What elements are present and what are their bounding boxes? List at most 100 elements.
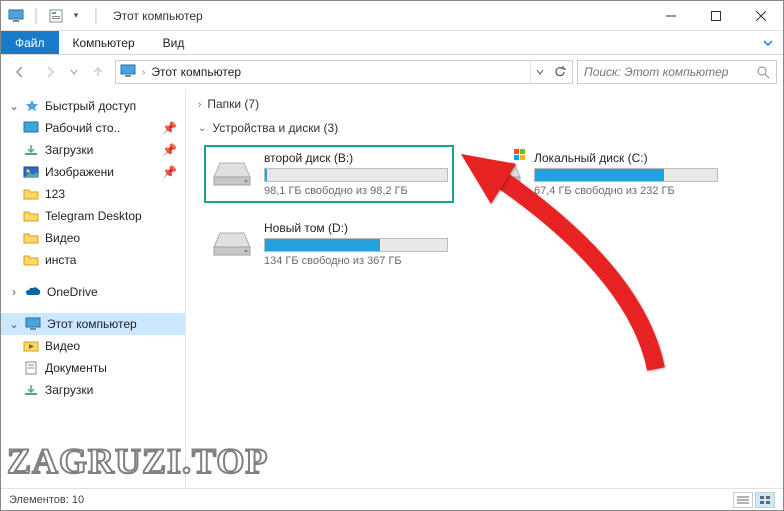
navigation-bar: › Этот компьютер [1, 55, 783, 89]
sidebar-pc-downloads[interactable]: Загрузки [1, 379, 185, 401]
titlebar: | ▾ | Этот компьютер [1, 1, 783, 31]
sidebar-item-pictures[interactable]: Изображени 📌 [1, 161, 185, 183]
details-view-button[interactable] [733, 492, 753, 508]
sidebar-item-label: Telegram Desktop [45, 209, 142, 223]
forward-button[interactable] [37, 59, 63, 85]
back-button[interactable] [7, 59, 33, 85]
tab-file[interactable]: Файл [1, 31, 59, 54]
chevron-right-icon: › [142, 67, 145, 78]
folder-icon [23, 187, 39, 201]
onedrive-icon [25, 286, 41, 298]
chevron-down-icon: ⌄ [198, 123, 206, 134]
body: ⌄ Быстрый доступ Рабочий сто.. 📌 Загрузк… [1, 89, 783, 491]
close-button[interactable] [738, 1, 783, 31]
tab-computer[interactable]: Компьютер [59, 31, 149, 54]
sidebar-item-insta[interactable]: инста [1, 249, 185, 271]
pictures-icon [23, 165, 39, 179]
group-label: Папки (7) [207, 97, 259, 111]
group-folders[interactable]: › Папки (7) [198, 97, 771, 111]
window-buttons [648, 1, 783, 31]
status-elements: Элементов: 10 [9, 494, 84, 506]
group-drives[interactable]: ⌄ Устройства и диски (3) [198, 121, 771, 135]
drive-icon [210, 221, 254, 257]
drive-usage-bar [534, 168, 718, 182]
quick-access-toolbar: | ▾ | [1, 7, 105, 25]
sidebar-item-video[interactable]: Видео [1, 227, 185, 249]
address-path[interactable]: Этот компьютер [151, 65, 241, 79]
sidebar-item-label: Рабочий сто.. [45, 121, 120, 135]
sidebar-item-label: инста [45, 253, 76, 267]
refresh-button[interactable] [550, 61, 570, 83]
sidebar-item-label: Загрузки [45, 143, 93, 157]
drive-usage-bar [264, 238, 448, 252]
folder-icon [23, 253, 39, 267]
star-icon [25, 99, 39, 113]
pin-icon: 📌 [162, 143, 177, 157]
sidebar-item-desktop[interactable]: Рабочий сто.. 📌 [1, 117, 185, 139]
drive-name: Локальный диск (C:) [534, 151, 718, 165]
folder-icon [23, 209, 39, 223]
tiles-view-button[interactable] [755, 492, 775, 508]
sidebar-item-downloads[interactable]: Загрузки 📌 [1, 139, 185, 161]
sidebar-label: Этот компьютер [47, 317, 137, 331]
sidebar-item-123[interactable]: 123 [1, 183, 185, 205]
search-icon[interactable] [757, 66, 770, 79]
search-box[interactable] [577, 60, 777, 84]
window-title: Этот компьютер [113, 9, 203, 23]
recent-dropdown[interactable] [67, 59, 81, 85]
drive-item[interactable]: Новый том (D:)134 ГБ свободно из 367 ГБ [204, 215, 454, 273]
sidebar-this-pc[interactable]: ⌄ Этот компьютер [1, 313, 185, 335]
drive-info: 98,1 ГБ свободно из 98,2 ГБ [264, 185, 448, 197]
sidebar-item-label: Видео [45, 339, 80, 353]
drive-item[interactable]: второй диск (B:) 98,1 ГБ свободно из 98,2… [204, 145, 454, 203]
sidebar-pc-video[interactable]: Видео [1, 335, 185, 357]
properties-icon[interactable] [47, 7, 65, 25]
folder-icon [23, 231, 39, 245]
ribbon-collapse-button[interactable] [753, 31, 783, 54]
pin-icon: 📌 [162, 121, 177, 135]
chevron-down-icon: ⌄ [9, 317, 19, 331]
sidebar-item-label: Документы [45, 361, 107, 375]
video-icon [23, 339, 39, 353]
sidebar-item-label: Видео [45, 231, 80, 245]
ribbon-tabs: Файл Компьютер Вид [1, 31, 783, 55]
pc-icon [25, 317, 41, 331]
drives-list: второй диск (B:) 98,1 ГБ свободно из 98,2… [204, 145, 771, 273]
sidebar-label: OneDrive [47, 285, 98, 299]
address-dropdown[interactable] [530, 61, 548, 83]
downloads-icon [23, 143, 39, 157]
sidebar-quick-access[interactable]: ⌄ Быстрый доступ [1, 95, 185, 117]
qat-dropdown-icon[interactable]: ▾ [67, 7, 85, 25]
maximize-button[interactable] [693, 1, 738, 31]
status-bar: Элементов: 10 [1, 488, 783, 510]
sidebar-onedrive[interactable]: › OneDrive [1, 281, 185, 303]
drive-name: второй диск (B:) [264, 151, 448, 165]
divider-icon: | [87, 7, 105, 25]
drive-icon [210, 151, 254, 187]
sidebar-item-telegram[interactable]: Telegram Desktop [1, 205, 185, 227]
drive-item[interactable]: Локальный диск (C:)67,4 ГБ свободно из 2… [474, 145, 724, 203]
downloads-icon [23, 383, 39, 397]
drive-icon [480, 151, 524, 187]
drive-usage-bar [264, 168, 448, 182]
sidebar-pc-documents[interactable]: Документы [1, 357, 185, 379]
up-button[interactable] [85, 59, 111, 85]
drive-name: Новый том (D:) [264, 221, 448, 235]
divider-icon: | [27, 7, 45, 25]
documents-icon [23, 361, 39, 375]
chevron-right-icon: › [198, 99, 201, 110]
pc-icon [120, 64, 136, 80]
sidebar-item-label: Изображени [45, 165, 114, 179]
pin-icon: 📌 [162, 165, 177, 179]
tab-view[interactable]: Вид [149, 31, 199, 54]
chevron-down-icon: ⌄ [9, 99, 19, 113]
group-label: Устройства и диски (3) [212, 121, 338, 135]
sidebar-item-label: Загрузки [45, 383, 93, 397]
desktop-icon [23, 121, 39, 135]
view-buttons [733, 492, 775, 508]
sidebar-label: Быстрый доступ [45, 99, 136, 113]
sidebar-item-label: 123 [45, 187, 65, 201]
address-bar[interactable]: › Этот компьютер [115, 60, 573, 84]
search-input[interactable] [584, 65, 757, 79]
minimize-button[interactable] [648, 1, 693, 31]
